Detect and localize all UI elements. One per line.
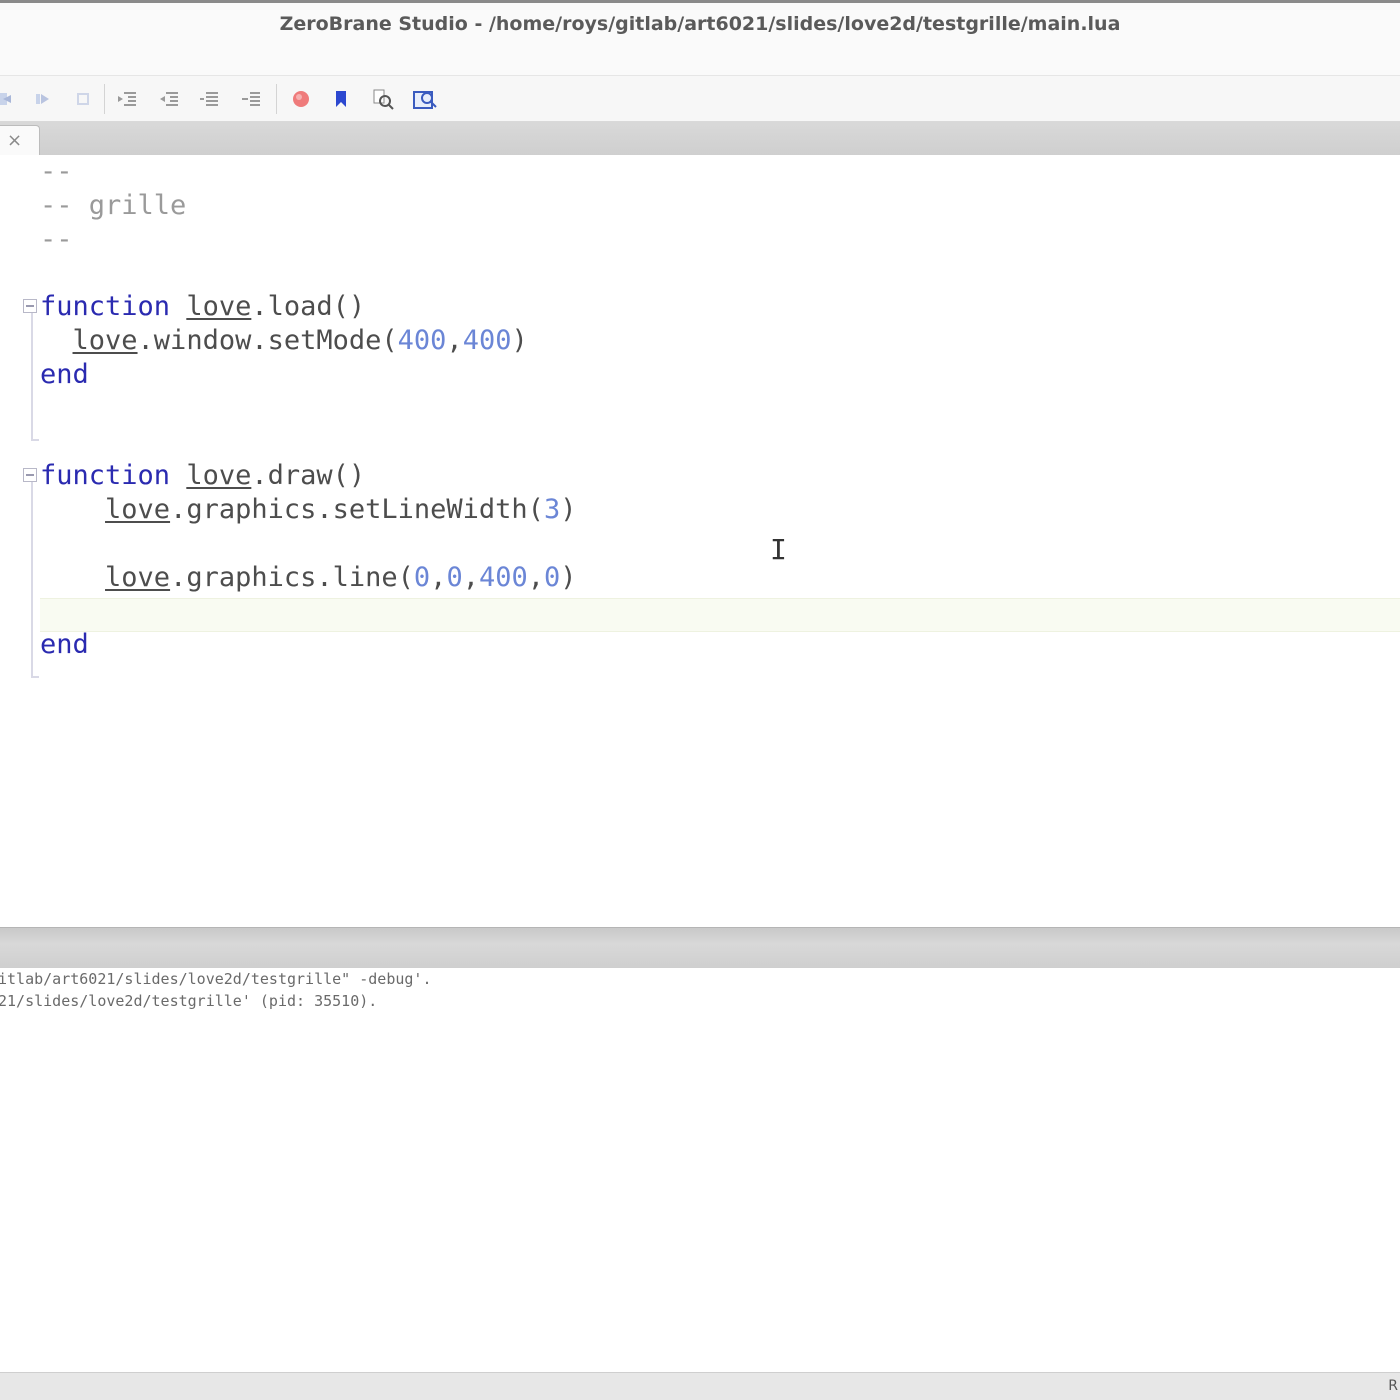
- panel-splitter[interactable]: [0, 927, 1400, 969]
- code-line: function love.draw(): [40, 459, 365, 493]
- code-text: ,: [430, 562, 447, 593]
- code-line: love.graphics.setLineWidth(3): [40, 493, 576, 527]
- code-text: .load(): [251, 291, 366, 322]
- identifier: love: [186, 460, 252, 491]
- toolbar-separator: [104, 84, 105, 114]
- code-line: end: [40, 629, 89, 660]
- keyword: function: [40, 460, 171, 491]
- code-text: .window.setMode(: [137, 325, 398, 356]
- comment-icon: [200, 92, 218, 106]
- identifier: love: [105, 494, 171, 525]
- number-literal: 0: [413, 562, 431, 593]
- code-text: .graphics.setLineWidth(: [170, 494, 544, 525]
- find-icon: [373, 89, 394, 110]
- number-literal: 0: [446, 562, 463, 593]
- breakpoint-icon: [293, 91, 309, 107]
- fold-guide: [31, 313, 33, 439]
- code-line: love.window.setMode(400,400): [40, 324, 528, 358]
- breakpoint-button[interactable]: [288, 86, 314, 112]
- code-editor[interactable]: -- -- grille -- function love.load() lov…: [0, 155, 1400, 927]
- indent-button[interactable]: [114, 86, 140, 112]
- number-literal: 3: [543, 494, 561, 525]
- outdent-icon: [160, 92, 178, 106]
- fold-toggle-icon[interactable]: [23, 299, 37, 313]
- uncomment-button[interactable]: [238, 86, 264, 112]
- uncomment-icon: [242, 92, 260, 106]
- step-over-icon: [36, 94, 49, 104]
- status-text: R: [1388, 1378, 1398, 1394]
- current-line-highlight: [40, 598, 1400, 632]
- status-bar: R: [0, 1372, 1400, 1400]
- fold-toggle-icon[interactable]: [23, 468, 37, 482]
- code-line: --: [40, 224, 73, 255]
- close-icon[interactable]: ×: [7, 130, 22, 151]
- toolbar: [0, 75, 1400, 122]
- fold-guide-end: [31, 676, 39, 678]
- identifier: love: [72, 325, 138, 356]
- code-text: ,: [462, 562, 479, 593]
- step-into-icon: [0, 93, 11, 105]
- stop-button[interactable]: [70, 86, 96, 112]
- text-cursor-icon: I: [770, 533, 787, 566]
- toolbar-separator: [276, 84, 277, 114]
- window-title: ZeroBrane Studio - /home/roys/gitlab/art…: [279, 13, 1121, 35]
- number-literal: 400: [462, 325, 512, 356]
- number-literal: 400: [397, 325, 447, 356]
- output-panel[interactable]: itlab/art6021/slides/love2d/testgrille" …: [0, 968, 1400, 1372]
- step-into-button[interactable]: [0, 86, 18, 112]
- fold-guide-end: [31, 439, 39, 441]
- comment-button[interactable]: [196, 86, 222, 112]
- tab-strip: ×: [0, 121, 1400, 156]
- number-literal: 400: [478, 562, 528, 593]
- output-line: 21/slides/love2d/testgrille' (pid: 35510…: [0, 992, 378, 1010]
- replace-button[interactable]: [412, 86, 438, 112]
- code-text: ,: [527, 562, 545, 593]
- code-line: -- grille: [40, 190, 187, 221]
- code-text: ,: [446, 325, 463, 356]
- title-bar[interactable]: ZeroBrane Studio - /home/roys/gitlab/art…: [0, 3, 1400, 75]
- fold-guide: [31, 482, 33, 676]
- code-text: ): [560, 494, 577, 525]
- number-literal: 0: [544, 562, 561, 593]
- stop-icon: [77, 93, 89, 105]
- identifier: love: [186, 291, 252, 322]
- code-text: .graphics.line(: [170, 562, 414, 593]
- bookmark-icon: [336, 91, 346, 107]
- bookmark-button[interactable]: [328, 86, 354, 112]
- code-line: --: [40, 156, 73, 187]
- replace-icon: [413, 91, 437, 109]
- tab-main-lua[interactable]: ×: [0, 125, 40, 156]
- code-line: love.graphics.line(0,0,400,0): [40, 561, 577, 595]
- step-over-button[interactable]: [30, 86, 56, 112]
- code-line: function love.load(): [40, 290, 365, 324]
- app-window: ZeroBrane Studio - /home/roys/gitlab/art…: [0, 0, 1400, 1400]
- keyword: function: [40, 291, 171, 322]
- code-text: ): [511, 325, 528, 356]
- outdent-button[interactable]: [156, 86, 182, 112]
- code-text: ): [560, 562, 577, 593]
- code-text: .draw(): [251, 460, 366, 491]
- output-line: itlab/art6021/slides/love2d/testgrille" …: [0, 970, 432, 988]
- indent-icon: [118, 92, 136, 106]
- code-line: end: [40, 359, 89, 390]
- identifier: love: [105, 562, 171, 593]
- find-button[interactable]: [370, 86, 396, 112]
